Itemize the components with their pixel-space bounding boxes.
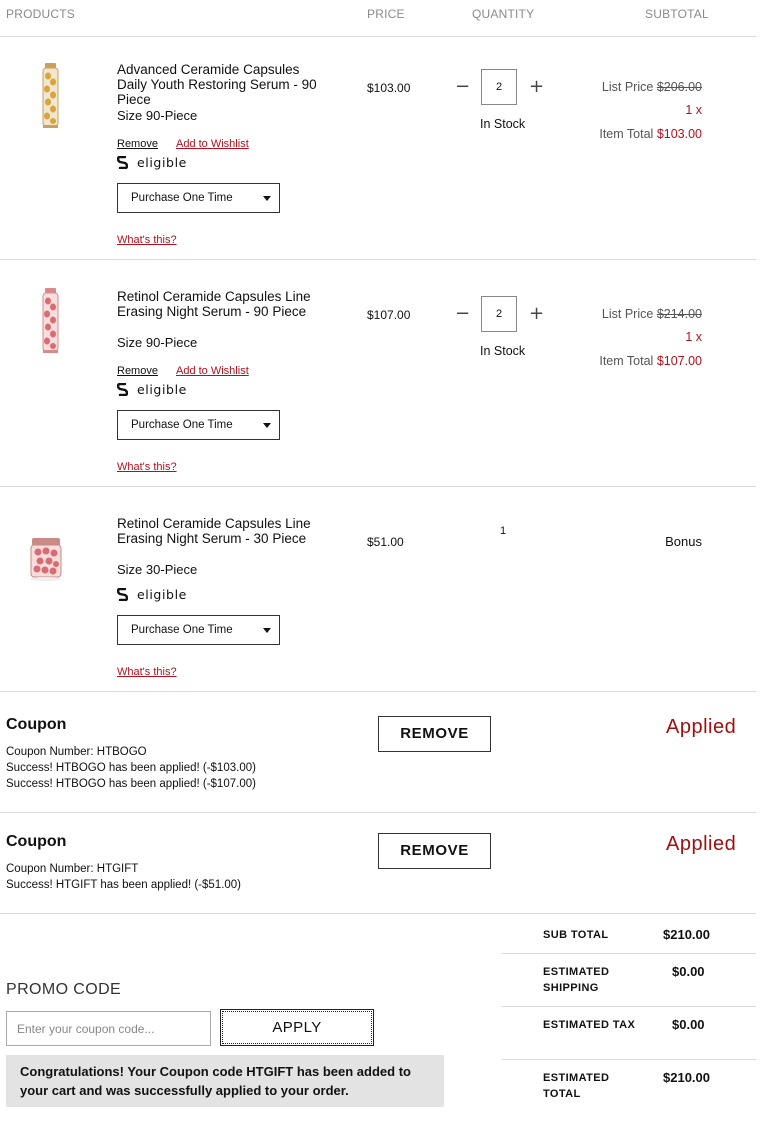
item-total-line: Item Total $103.00 (502, 127, 702, 141)
shoprunner-icon (117, 156, 128, 169)
item-total-value: $103.00 (656, 127, 702, 141)
item-total-value: $107.00 (656, 354, 702, 368)
quantity-multiplier: 1 x (685, 103, 702, 117)
header-quantity: QUANTITY (472, 7, 535, 21)
subtotal-value: $210.00 (663, 927, 710, 942)
coupon-number: Coupon Number: HTGIFT (6, 863, 139, 875)
product-name[interactable]: Advanced Ceramide Capsules Daily Youth R… (117, 62, 332, 107)
list-price-line: List Price $214.00 (502, 307, 702, 321)
purchase-type-value: Purchase One Time (131, 624, 233, 636)
tax-label: ESTIMATED TAX (543, 1019, 636, 1031)
total-label: ESTIMATED TOTAL (543, 1072, 610, 1100)
remove-link[interactable]: Remove (117, 138, 158, 150)
coupon-code-input[interactable] (6, 1011, 211, 1046)
coupon-message: Success! HTBOGO has been applied! (-$107… (6, 778, 256, 790)
serum-bottle-pink-icon (42, 288, 59, 353)
remove-coupon-button[interactable]: REMOVE (378, 716, 491, 752)
list-price-label: List Price (601, 80, 654, 94)
shipping-label: ESTIMATED SHIPPING (543, 966, 610, 994)
product-name[interactable]: Retinol Ceramide Capsules Line Erasing N… (117, 516, 332, 546)
subtotal-label: SUB TOTAL (543, 929, 609, 941)
coupon-status: Applied (666, 716, 737, 738)
shoprunner-icon (117, 588, 128, 601)
divider (0, 913, 756, 914)
divider (0, 36, 756, 37)
serum-bottle-gold-icon (42, 63, 59, 128)
item-total-label: Item Total (599, 354, 654, 368)
product-size: Size 90-Piece (117, 335, 198, 350)
shipping-value: $0.00 (672, 964, 705, 979)
caret-down-icon (263, 628, 271, 633)
shoprunner-icon (117, 383, 128, 396)
minus-icon[interactable]: − (455, 78, 470, 96)
bonus-label: Bonus (665, 534, 702, 549)
coupon-number: Coupon Number: HTBOGO (6, 746, 147, 758)
coupon-status: Applied (666, 833, 737, 855)
product-size: Size 90-Piece (117, 108, 198, 123)
whats-this-link[interactable]: What's this? (117, 461, 177, 473)
remove-coupon-button[interactable]: REMOVE (378, 833, 491, 869)
minus-icon[interactable]: − (455, 305, 470, 323)
divider (502, 1059, 756, 1060)
add-to-wishlist-link[interactable]: Add to Wishlist (176, 138, 249, 150)
whats-this-link[interactable]: What's this? (117, 666, 177, 678)
header-price: PRICE (367, 7, 405, 21)
coupon-title: Coupon (6, 716, 67, 733)
divider (0, 812, 756, 813)
unit-price: $107.00 (367, 308, 411, 322)
list-price-label: List Price (601, 307, 654, 321)
purchase-type-select[interactable]: Purchase One Time (117, 183, 280, 213)
shoprunner-eligible: eligible (117, 155, 187, 170)
add-to-wishlist-link[interactable]: Add to Wishlist (176, 365, 249, 377)
divider (502, 1006, 756, 1007)
coupon-message: Success! HTGIFT has been applied! (-$51.… (6, 879, 242, 891)
eligible-label: eligible (137, 155, 187, 170)
total-value: $210.00 (663, 1070, 710, 1085)
list-price-value: $214.00 (656, 307, 702, 321)
purchase-type-value: Purchase One Time (131, 419, 233, 431)
unit-price: $103.00 (367, 81, 411, 95)
item-total-label: Item Total (599, 127, 654, 141)
divider (0, 259, 756, 260)
eligible-label: eligible (137, 382, 187, 397)
divider (0, 486, 756, 487)
quantity-multiplier: 1 x (685, 330, 702, 344)
header-subtotal: SUBTOTAL (645, 7, 709, 21)
remove-link[interactable]: Remove (117, 365, 158, 377)
divider (0, 691, 756, 692)
purchase-type-value: Purchase One Time (131, 192, 233, 204)
list-price-line: List Price $206.00 (502, 80, 702, 94)
whats-this-link[interactable]: What's this? (117, 234, 177, 246)
apply-button[interactable]: APPLY (220, 1009, 374, 1046)
item-total-line: Item Total $107.00 (502, 354, 702, 368)
shoprunner-eligible: eligible (117, 587, 187, 602)
tax-value: $0.00 (672, 1017, 705, 1032)
eligible-label: eligible (137, 587, 187, 602)
promo-code-label: PROMO CODE (6, 981, 122, 998)
serum-jar-pink-icon (30, 538, 62, 581)
coupon-success-message: Congratulations! Your Coupon code HTGIFT… (6, 1055, 444, 1107)
purchase-type-select[interactable]: Purchase One Time (117, 410, 280, 440)
caret-down-icon (263, 196, 271, 201)
caret-down-icon (263, 423, 271, 428)
product-name[interactable]: Retinol Ceramide Capsules Line Erasing N… (117, 289, 332, 319)
purchase-type-select[interactable]: Purchase One Time (117, 615, 280, 645)
header-products: PRODUCTS (6, 7, 75, 21)
divider (502, 953, 756, 954)
unit-price: $51.00 (367, 535, 404, 549)
shoprunner-eligible: eligible (117, 382, 187, 397)
coupon-title: Coupon (6, 833, 67, 850)
list-price-value: $206.00 (656, 80, 702, 94)
coupon-message: Success! HTBOGO has been applied! (-$103… (6, 762, 256, 774)
product-size: Size 30-Piece (117, 562, 198, 577)
